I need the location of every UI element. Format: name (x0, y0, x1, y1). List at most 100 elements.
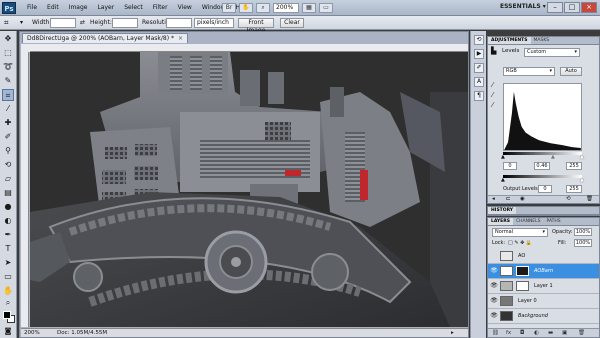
tab-masks[interactable]: MASKS (531, 37, 553, 44)
tab-adjustments[interactable]: ADJUSTMENTS (488, 37, 531, 44)
vertical-ruler[interactable] (21, 52, 29, 327)
eye-icon[interactable]: 👁 (490, 297, 498, 305)
foreground-color-swatch[interactable] (3, 311, 11, 319)
workspace-switcher[interactable]: ESSENTIALS ▾ (500, 3, 546, 10)
menu-file[interactable]: File (22, 0, 42, 16)
layer-row-aobarn[interactable]: 👁 AOBarn (488, 264, 599, 279)
width-input[interactable] (50, 18, 76, 28)
status-arrow-icon[interactable]: ▸ (451, 329, 454, 338)
tab-channels[interactable]: CHANNELS (513, 218, 544, 225)
document-tab[interactable]: Dd8DirectUga @ 200% (AOBarn, Layer Mask/… (22, 33, 189, 43)
dodge-tool-icon[interactable]: ◐ (2, 215, 14, 227)
levels-auto-button[interactable]: Auto (560, 67, 582, 76)
link-layers-icon[interactable]: ⛓ (492, 330, 499, 336)
quick-mask-icon[interactable]: ◙ (2, 325, 14, 337)
eye-icon[interactable]: 👁 (490, 267, 498, 275)
close-button[interactable]: × (581, 2, 597, 13)
new-layer-icon[interactable]: ▣ (562, 330, 567, 336)
zoom-level-field[interactable]: 200% (273, 3, 299, 13)
lasso-tool-icon[interactable]: ➰ (2, 61, 14, 73)
zoom-view-icon[interactable]: ⌕ (256, 3, 270, 13)
height-input[interactable] (112, 18, 138, 28)
pen-tool-icon[interactable]: ✒ (2, 229, 14, 241)
input-white-field[interactable]: 255 (566, 162, 582, 170)
layer-style-icon[interactable]: fx (506, 330, 511, 336)
zoom-tool-icon[interactable]: ⌕ (2, 297, 14, 309)
marquee-tool-icon[interactable]: ⬚ (2, 47, 14, 59)
launch-bridge-icon[interactable]: Br (222, 3, 236, 13)
opacity-field[interactable]: 100% (574, 228, 592, 236)
input-black-field[interactable]: 0 (503, 162, 517, 170)
white-point-eyedropper-icon[interactable]: ⁄ (492, 101, 493, 109)
tab-history[interactable]: HISTORY (488, 207, 517, 214)
eye-icon[interactable]: 👁 (490, 312, 498, 320)
menu-layer[interactable]: Layer (92, 0, 119, 16)
layer-row-layer-0[interactable]: 👁 Layer 0 (488, 294, 599, 309)
eyedropper-tool-icon[interactable]: ⁄ (2, 103, 14, 115)
levels-channel-select[interactable]: RGB (503, 67, 555, 76)
quick-select-tool-icon[interactable]: ✎ (2, 75, 14, 87)
close-document-icon[interactable]: × (178, 35, 183, 42)
screen-mode-icon[interactable]: ▭ (319, 3, 333, 13)
move-tool-icon[interactable]: ✥ (2, 33, 14, 45)
brushes-panel-icon[interactable]: ✐ (474, 63, 484, 73)
menu-filter[interactable]: Filter (148, 0, 173, 16)
input-gamma-slider-icon[interactable]: ▲ (551, 154, 555, 160)
output-levels-slider[interactable] (503, 175, 582, 178)
arrange-documents-icon[interactable]: ▦ (302, 3, 316, 13)
status-zoom-level[interactable]: 200% (24, 329, 40, 338)
menu-view[interactable]: View (173, 0, 197, 16)
history-panel-icon[interactable]: ⟲ (474, 35, 484, 45)
new-adjustment-layer-icon[interactable]: ◐ (534, 330, 539, 336)
maximize-button[interactable]: □ (564, 2, 580, 13)
tab-paths[interactable]: PATHS (544, 218, 564, 225)
eraser-tool-icon[interactable]: ▱ (2, 173, 14, 185)
hand-view-icon[interactable]: ✋ (239, 3, 253, 13)
menu-select[interactable]: Select (119, 0, 148, 16)
shape-tool-icon[interactable]: ▭ (2, 271, 14, 283)
blend-mode-select[interactable]: Normal (492, 228, 548, 237)
delete-layer-icon[interactable]: 🗑 (578, 330, 585, 336)
output-black-slider-icon[interactable]: ▲ (501, 177, 505, 183)
hand-tool-icon[interactable]: ✋ (2, 285, 14, 297)
resolution-input[interactable] (166, 18, 192, 28)
type-tool-icon[interactable]: T (2, 243, 14, 255)
eye-icon[interactable]: 👁 (490, 282, 498, 290)
swap-dimensions-icon[interactable]: ⇄ (80, 18, 85, 28)
path-selection-tool-icon[interactable]: ➤ (2, 257, 14, 269)
layer-row-ao[interactable]: AO (488, 249, 599, 264)
return-to-list-icon[interactable]: ◂ (492, 196, 495, 202)
crop-tool-icon[interactable]: ⌗ (2, 89, 14, 101)
menu-image[interactable]: Image (64, 0, 93, 16)
new-group-icon[interactable]: ▬ (548, 330, 553, 336)
brush-tool-icon[interactable]: ✐ (2, 131, 14, 143)
ruler-origin[interactable] (21, 44, 30, 52)
image-canvas[interactable] (30, 52, 468, 327)
output-black-field[interactable]: 0 (538, 185, 552, 193)
gradient-tool-icon[interactable]: ▤ (2, 187, 14, 199)
input-black-slider-icon[interactable]: ▲ (501, 154, 505, 160)
input-levels-slider[interactable] (503, 152, 582, 155)
toggle-visibility-icon[interactable]: ◉ (520, 196, 525, 202)
clone-stamp-tool-icon[interactable]: ⚲ (2, 145, 14, 157)
visibility-toggle-off[interactable] (490, 252, 498, 260)
tool-preset-arrow-icon[interactable]: ▾ (20, 18, 23, 28)
clip-to-layer-icon[interactable]: ⊏ (506, 196, 511, 202)
front-image-button[interactable]: Front Image (238, 18, 274, 34)
paragraph-panel-icon[interactable]: ¶ (474, 91, 484, 101)
layer-row-layer-1[interactable]: 👁 Layer 1 (488, 279, 599, 294)
layer-row-background[interactable]: 👁 Background (488, 309, 599, 324)
actions-panel-icon[interactable]: ▶ (474, 49, 484, 59)
layer-mask-thumbnail[interactable] (516, 266, 529, 276)
horizontal-ruler[interactable] (30, 44, 468, 52)
blur-tool-icon[interactable]: ● (2, 201, 14, 213)
character-panel-icon[interactable]: A (474, 77, 484, 87)
levels-preset-select[interactable]: Custom (524, 48, 580, 57)
crop-tool-icon[interactable]: ⌗ (4, 18, 9, 28)
clear-button[interactable]: Clear (280, 18, 304, 28)
output-white-slider-icon[interactable]: ▲ (580, 177, 584, 183)
tab-layers[interactable]: LAYERS (488, 218, 513, 225)
input-gamma-field[interactable]: 0.46 (534, 162, 550, 170)
minimize-button[interactable]: – (547, 2, 563, 13)
lock-icons[interactable]: □ ✎ ✥ 🔒 (508, 239, 532, 247)
